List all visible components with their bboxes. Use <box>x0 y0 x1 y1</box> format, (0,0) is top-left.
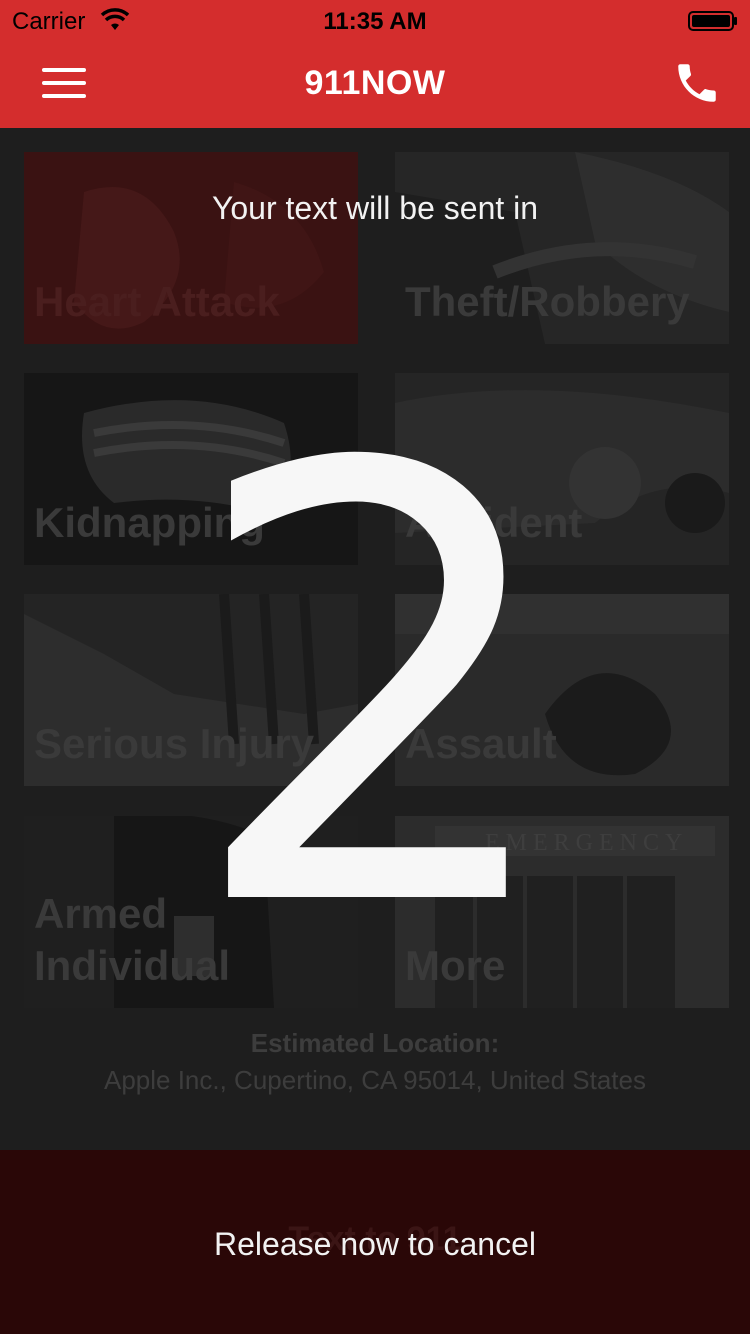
phone-icon[interactable] <box>672 58 722 108</box>
app-title: 911NOW <box>304 64 446 102</box>
release-hint: Release now to cancel <box>214 1226 536 1262</box>
tile-theft-robbery[interactable]: Theft/Robbery <box>395 152 729 344</box>
countdown-message: Your text will be sent in <box>211 190 539 226</box>
status-bar: Carrier 11:35 AM <box>0 0 750 40</box>
clock: 11:35 AM <box>323 8 427 35</box>
tile-label: Heart Attack <box>34 278 280 325</box>
location-value: Apple Inc., Cupertino, CA 95014, United … <box>103 1065 646 1095</box>
battery-icon <box>688 11 737 31</box>
nav-bar: 911NOW <box>0 40 750 128</box>
countdown-number: 2 <box>184 340 566 1039</box>
tile-label: Theft/Robbery <box>405 278 690 325</box>
tile-heart-attack[interactable]: Heart Attack <box>24 152 358 344</box>
